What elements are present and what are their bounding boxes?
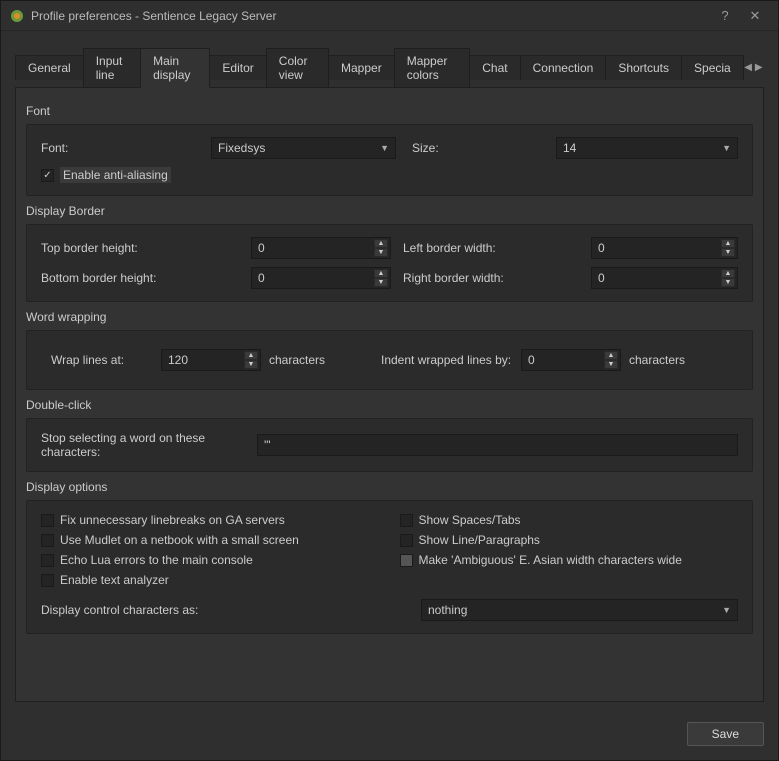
left-border-spin[interactable]: 0 ▲▼ bbox=[591, 237, 738, 259]
checkbox-icon bbox=[400, 534, 413, 547]
wrap-section-label: Word wrapping bbox=[26, 310, 753, 324]
indent-unit: characters bbox=[621, 353, 685, 367]
checkbox-icon bbox=[41, 574, 54, 587]
tab-color-view[interactable]: Color view bbox=[266, 48, 329, 87]
antialias-label: Enable anti-aliasing bbox=[60, 167, 171, 183]
top-border-value: 0 bbox=[258, 241, 265, 255]
bottom-border-label: Bottom border height: bbox=[41, 271, 251, 285]
display-options-label: Display options bbox=[26, 480, 753, 494]
indent-label: Indent wrapped lines by: bbox=[381, 353, 521, 367]
show-lines-label: Show Line/Paragraphs bbox=[419, 533, 540, 547]
checkbox-icon: ✓ bbox=[41, 169, 54, 182]
text-analyzer-checkbox[interactable]: Enable text analyzer bbox=[41, 573, 169, 587]
echo-lua-label: Echo Lua errors to the main console bbox=[60, 553, 253, 567]
tab-chat[interactable]: Chat bbox=[469, 55, 520, 80]
border-section-label: Display Border bbox=[26, 204, 753, 218]
chevron-down-icon: ▼ bbox=[380, 143, 389, 153]
top-border-spin[interactable]: 0 ▲▼ bbox=[251, 237, 391, 259]
footer: Save bbox=[1, 712, 778, 760]
checkbox-icon bbox=[400, 554, 413, 567]
tab-special[interactable]: Specia bbox=[681, 55, 744, 80]
checkbox-icon bbox=[41, 514, 54, 527]
bottom-border-value: 0 bbox=[258, 271, 265, 285]
size-label: Size: bbox=[396, 141, 556, 155]
font-group: Font: Fixedsys ▼ Size: 14 ▼ ✓ Enable ant… bbox=[26, 124, 753, 196]
content-area: General Input line Main display Editor C… bbox=[1, 31, 778, 712]
help-button[interactable]: ? bbox=[710, 6, 740, 26]
font-section-label: Font bbox=[26, 104, 753, 118]
right-border-spin[interactable]: 0 ▲▼ bbox=[591, 267, 738, 289]
top-border-label: Top border height: bbox=[41, 241, 251, 255]
control-chars-label: Display control characters as: bbox=[41, 603, 421, 617]
checkbox-icon bbox=[41, 534, 54, 547]
chevron-down-icon: ▼ bbox=[722, 143, 731, 153]
spin-buttons[interactable]: ▲▼ bbox=[604, 351, 618, 369]
control-chars-value: nothing bbox=[428, 603, 467, 617]
size-combo-value: 14 bbox=[563, 141, 576, 155]
spin-buttons[interactable]: ▲▼ bbox=[721, 239, 735, 257]
font-combo[interactable]: Fixedsys ▼ bbox=[211, 137, 396, 159]
tab-editor[interactable]: Editor bbox=[209, 55, 266, 80]
tab-scroll-left[interactable]: ◀ bbox=[743, 58, 754, 77]
titlebar: Profile preferences - Sentience Legacy S… bbox=[1, 1, 778, 31]
spin-buttons[interactable]: ▲▼ bbox=[721, 269, 735, 287]
app-icon bbox=[9, 8, 25, 24]
tab-input-line[interactable]: Input line bbox=[83, 48, 141, 87]
save-button[interactable]: Save bbox=[687, 722, 764, 746]
main-display-panel: Font Font: Fixedsys ▼ Size: 14 ▼ bbox=[15, 88, 764, 702]
netbook-label: Use Mudlet on a netbook with a small scr… bbox=[60, 533, 299, 547]
indent-value: 0 bbox=[528, 353, 535, 367]
wrap-value: 120 bbox=[168, 353, 188, 367]
stop-chars-value: '" bbox=[264, 438, 271, 452]
preferences-window: Profile preferences - Sentience Legacy S… bbox=[0, 0, 779, 761]
echo-lua-checkbox[interactable]: Echo Lua errors to the main console bbox=[41, 553, 253, 567]
checkbox-icon bbox=[400, 514, 413, 527]
bottom-border-spin[interactable]: 0 ▲▼ bbox=[251, 267, 391, 289]
dblclick-section-label: Double-click bbox=[26, 398, 753, 412]
fix-ga-checkbox[interactable]: Fix unnecessary linebreaks on GA servers bbox=[41, 513, 285, 527]
tab-bar: General Input line Main display Editor C… bbox=[15, 47, 764, 88]
show-spaces-checkbox[interactable]: Show Spaces/Tabs bbox=[400, 513, 521, 527]
tab-mapper-colors[interactable]: Mapper colors bbox=[394, 48, 471, 87]
stop-chars-label: Stop selecting a word on these character… bbox=[41, 431, 257, 459]
tab-mapper[interactable]: Mapper bbox=[328, 55, 395, 80]
dblclick-group: Stop selecting a word on these character… bbox=[26, 418, 753, 472]
close-button[interactable]: ✕ bbox=[740, 6, 770, 26]
show-spaces-label: Show Spaces/Tabs bbox=[419, 513, 521, 527]
text-analyzer-label: Enable text analyzer bbox=[60, 573, 169, 587]
indent-spin[interactable]: 0 ▲▼ bbox=[521, 349, 621, 371]
tab-shortcuts[interactable]: Shortcuts bbox=[605, 55, 682, 80]
border-group: Top border height: 0 ▲▼ Left border widt… bbox=[26, 224, 753, 302]
chevron-down-icon: ▼ bbox=[722, 605, 731, 615]
ambiguous-checkbox[interactable]: Make 'Ambiguous' E. Asian width characte… bbox=[400, 553, 682, 567]
wrap-group: Wrap lines at: 120 ▲▼ characters Indent … bbox=[26, 330, 753, 390]
checkbox-icon bbox=[41, 554, 54, 567]
spin-buttons[interactable]: ▲▼ bbox=[374, 239, 388, 257]
stop-chars-input[interactable]: '" bbox=[257, 434, 738, 456]
tab-general[interactable]: General bbox=[15, 55, 84, 80]
netbook-checkbox[interactable]: Use Mudlet on a netbook with a small scr… bbox=[41, 533, 299, 547]
spin-buttons[interactable]: ▲▼ bbox=[374, 269, 388, 287]
antialias-checkbox[interactable]: ✓ Enable anti-aliasing bbox=[41, 167, 171, 183]
wrap-label: Wrap lines at: bbox=[41, 353, 161, 367]
control-chars-combo[interactable]: nothing ▼ bbox=[421, 599, 738, 621]
spin-buttons[interactable]: ▲▼ bbox=[244, 351, 258, 369]
font-combo-value: Fixedsys bbox=[218, 141, 265, 155]
font-label: Font: bbox=[41, 141, 211, 155]
fix-ga-label: Fix unnecessary linebreaks on GA servers bbox=[60, 513, 285, 527]
size-combo[interactable]: 14 ▼ bbox=[556, 137, 738, 159]
ambiguous-label: Make 'Ambiguous' E. Asian width characte… bbox=[419, 553, 682, 567]
window-title: Profile preferences - Sentience Legacy S… bbox=[31, 9, 710, 23]
right-border-label: Right border width: bbox=[391, 271, 591, 285]
left-border-label: Left border width: bbox=[391, 241, 591, 255]
right-border-value: 0 bbox=[598, 271, 605, 285]
tab-scroll-right[interactable]: ▶ bbox=[753, 58, 764, 77]
wrap-spin[interactable]: 120 ▲▼ bbox=[161, 349, 261, 371]
tab-main-display[interactable]: Main display bbox=[140, 48, 210, 88]
show-lines-checkbox[interactable]: Show Line/Paragraphs bbox=[400, 533, 540, 547]
display-options-group: Fix unnecessary linebreaks on GA servers… bbox=[26, 500, 753, 634]
wrap-unit: characters bbox=[261, 353, 381, 367]
left-border-value: 0 bbox=[598, 241, 605, 255]
tab-connection[interactable]: Connection bbox=[520, 55, 607, 80]
